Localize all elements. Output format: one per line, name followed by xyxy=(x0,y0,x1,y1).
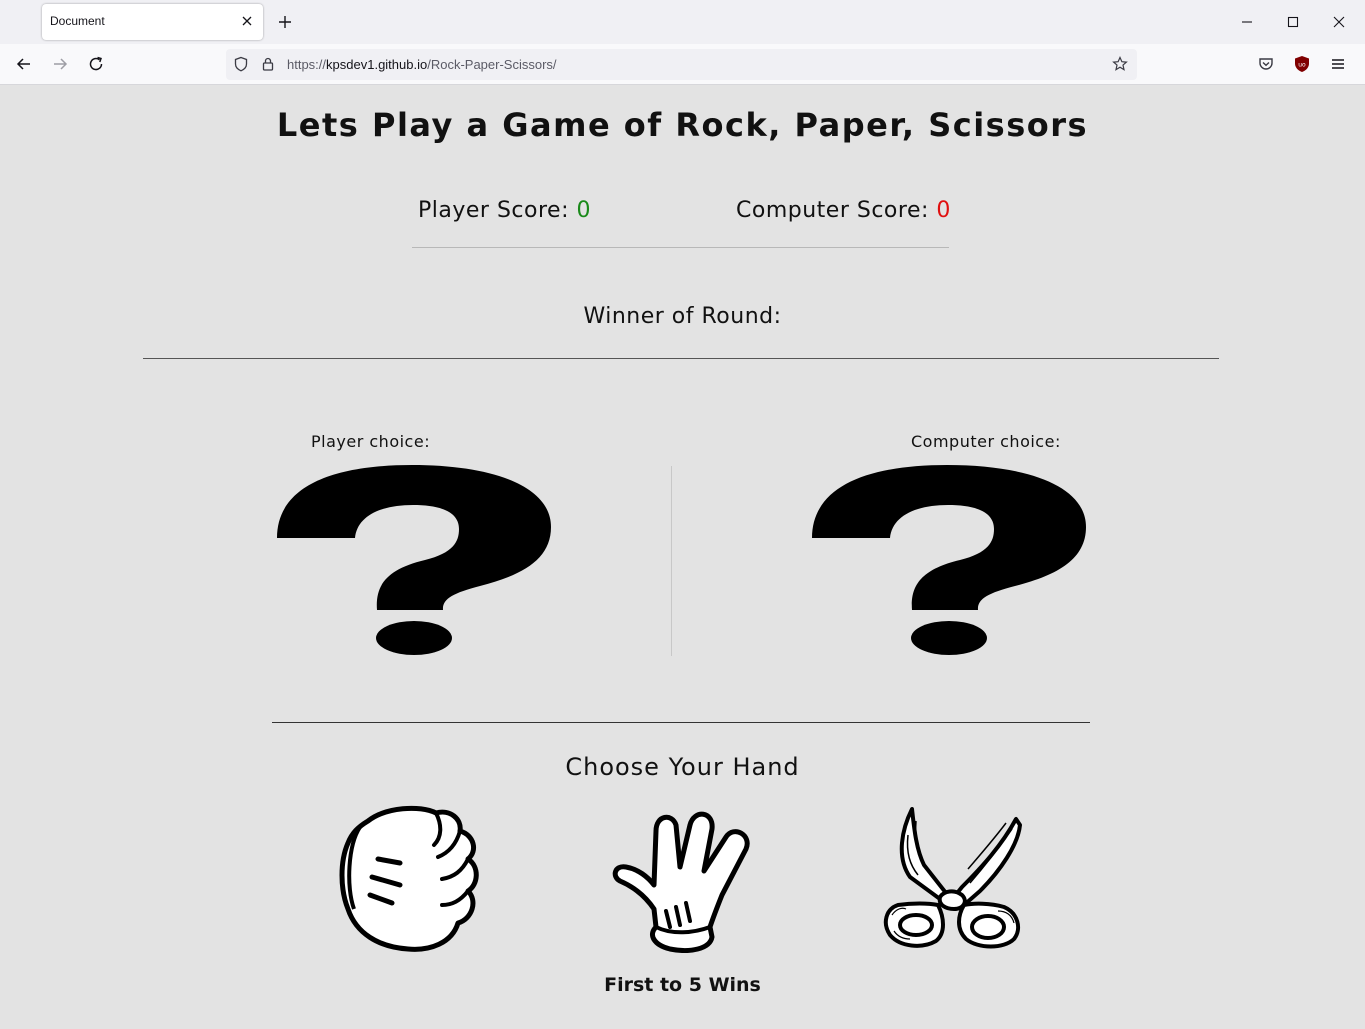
url-prefix: https:// xyxy=(287,57,327,72)
scissors-icon[interactable] xyxy=(882,805,1027,953)
ublock-shield-icon[interactable]: uo xyxy=(1293,55,1311,73)
tab-title: Document xyxy=(50,14,105,28)
winner-divider xyxy=(143,358,1219,359)
url-path: /Rock-Paper-Scissors/ xyxy=(427,57,557,72)
maximize-icon[interactable] xyxy=(1285,14,1301,30)
page-title: Lets Play a Game of Rock, Paper, Scissor… xyxy=(276,106,1089,144)
computer-score: Computer Score: 0 xyxy=(736,198,951,223)
pocket-icon[interactable] xyxy=(1257,55,1275,73)
choice-divider xyxy=(671,466,672,656)
navigation-toolbar: https://kpsdev1.github.io/Rock-Paper-Sci… xyxy=(0,44,1365,85)
close-window-icon[interactable] xyxy=(1331,14,1347,30)
player-choice-label: Player choice: xyxy=(311,432,431,451)
reload-icon[interactable] xyxy=(87,55,105,73)
bookmark-star-icon[interactable] xyxy=(1112,56,1128,72)
new-tab-icon[interactable] xyxy=(276,13,294,31)
rock-hand-icon[interactable] xyxy=(338,805,483,953)
computer-score-label: Computer Score: xyxy=(736,198,929,223)
url-host: kpsdev1.github.io xyxy=(326,57,428,72)
svg-text:uo: uo xyxy=(1298,62,1306,69)
minimize-icon[interactable] xyxy=(1239,14,1255,30)
browser-tab[interactable]: Document xyxy=(42,4,263,40)
computer-score-value: 0 xyxy=(936,198,951,223)
back-icon[interactable] xyxy=(15,55,33,73)
menu-icon[interactable] xyxy=(1329,55,1347,73)
shield-icon[interactable] xyxy=(233,56,249,72)
url-text[interactable]: https://kpsdev1.github.io/Rock-Paper-Sci… xyxy=(287,57,557,72)
address-bar[interactable]: https://kpsdev1.github.io/Rock-Paper-Sci… xyxy=(226,49,1137,80)
hands-divider xyxy=(272,722,1090,723)
player-question-mark-icon xyxy=(277,465,551,655)
win-condition-text: First to 5 Wins xyxy=(604,974,761,996)
lock-icon[interactable] xyxy=(260,56,276,72)
paper-hand-icon[interactable] xyxy=(610,805,755,953)
page-content: Lets Play a Game of Rock, Paper, Scissor… xyxy=(0,85,1365,1029)
round-winner: Winner of Round: xyxy=(583,304,782,329)
score-divider xyxy=(412,247,949,248)
player-score-value: 0 xyxy=(576,198,591,223)
player-score-label: Player Score: xyxy=(418,198,569,223)
computer-question-mark-icon xyxy=(812,465,1086,655)
player-score: Player Score: 0 xyxy=(418,198,591,223)
choose-hand-heading: Choose Your Hand xyxy=(565,753,800,781)
close-tab-icon[interactable] xyxy=(241,15,253,27)
tab-strip: Document xyxy=(0,0,1365,44)
computer-choice-label: Computer choice: xyxy=(911,432,1061,451)
forward-icon[interactable] xyxy=(51,55,69,73)
